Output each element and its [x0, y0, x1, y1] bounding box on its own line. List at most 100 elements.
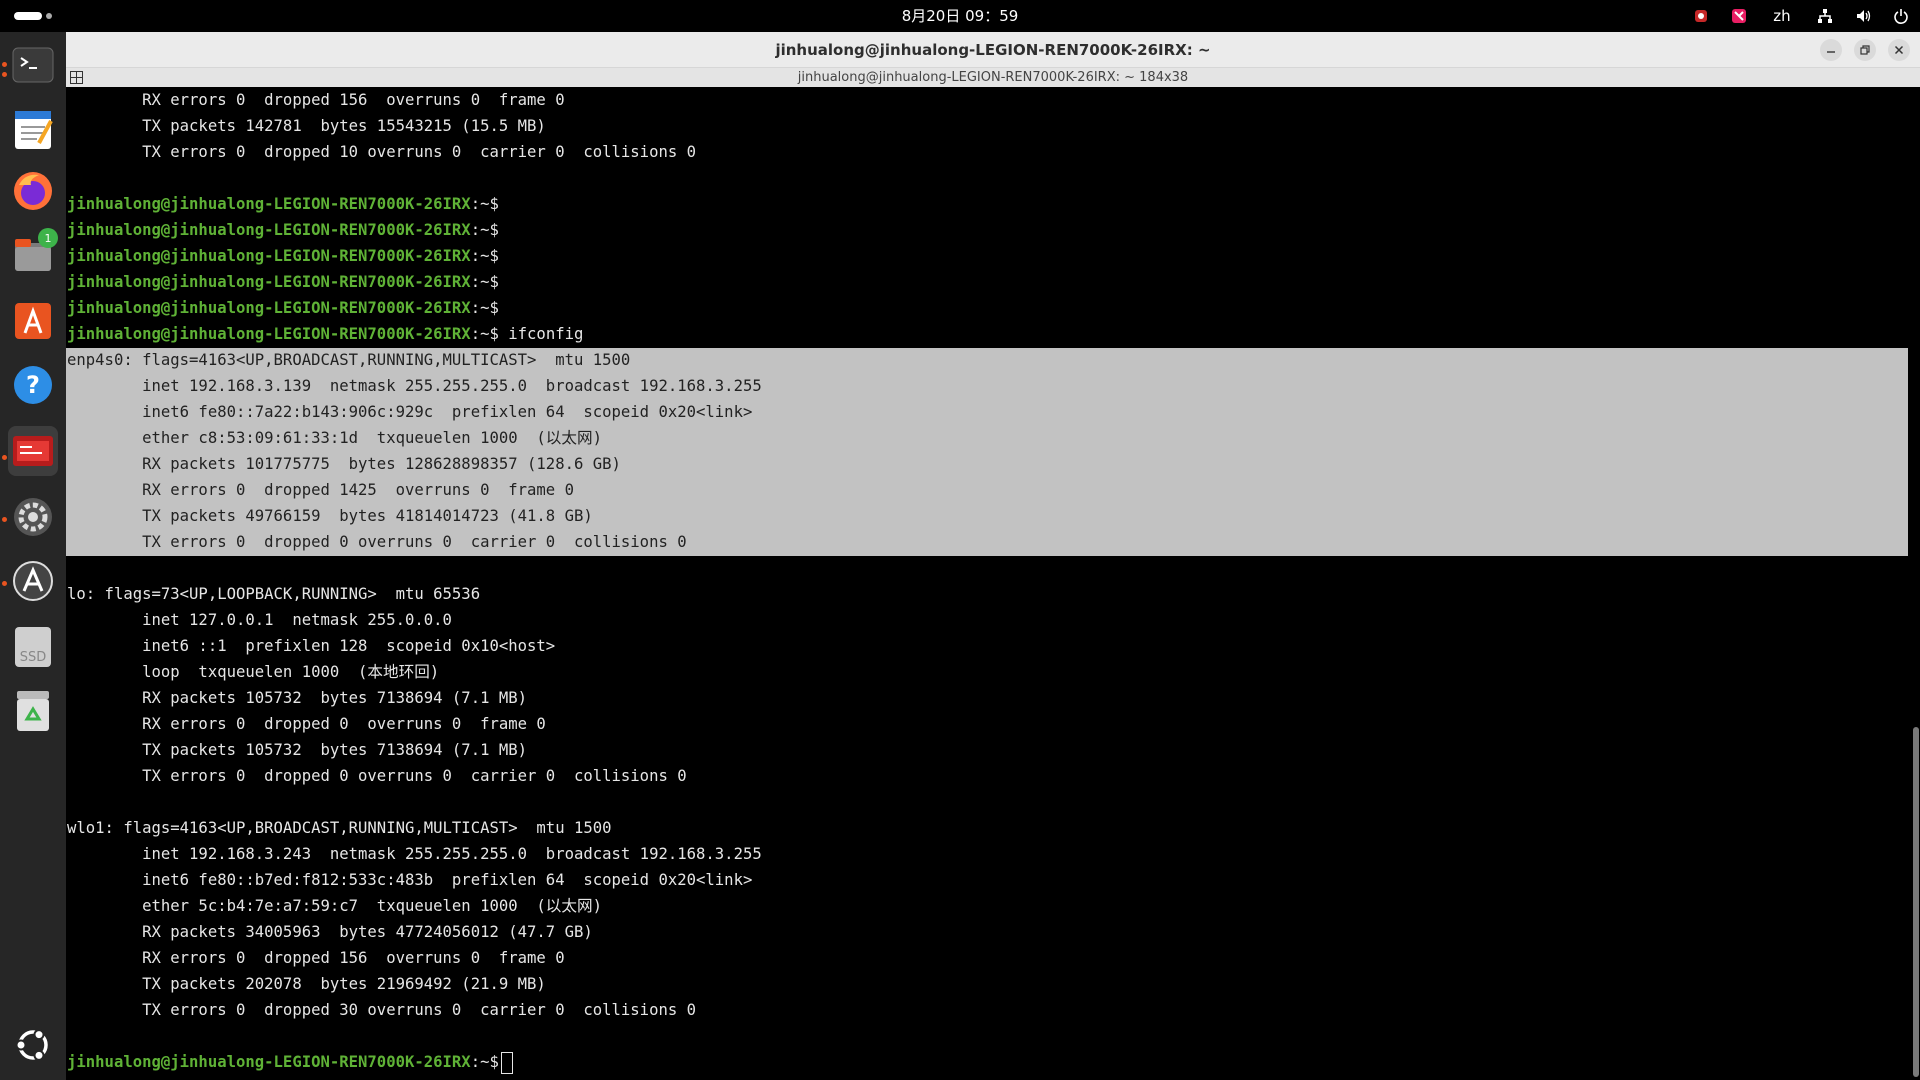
active-prompt-line: jinhualong@jinhualong-LEGION-REN7000K-26… — [67, 1049, 513, 1075]
prompt-suffix: :~$ — [470, 195, 499, 213]
maximize-button[interactable] — [1854, 39, 1876, 61]
terminal-subtitle-bar: jinhualong@jinhualong-LEGION-REN7000K-26… — [66, 68, 1920, 87]
activities-button[interactable] — [14, 12, 52, 20]
prompt-line: jinhualong@jinhualong-LEGION-REN7000K-26… — [67, 295, 499, 321]
terminal-content[interactable]: RX errors 0 dropped 156 overruns 0 frame… — [66, 87, 1920, 1080]
prompt-line: jinhualong@jinhualong-LEGION-REN7000K-26… — [67, 191, 499, 217]
output-line: RX packets 101775775 bytes 128628898357 … — [67, 455, 621, 473]
command-text: ifconfig — [498, 325, 584, 343]
window-title: jinhualong@jinhualong-LEGION-REN7000K-26… — [775, 41, 1211, 59]
output-line: wlo1: flags=4163<UP,BROADCAST,RUNNING,MU… — [67, 819, 612, 837]
output-line: RX errors 0 dropped 0 overruns 0 frame 0 — [67, 715, 546, 733]
output-line: RX errors 0 dropped 156 overruns 0 frame… — [67, 91, 565, 109]
output-line: loop txqueuelen 1000 (本地环回) — [67, 663, 440, 681]
language-indicator[interactable]: zh — [1768, 7, 1796, 25]
prompt-suffix: :~$ — [470, 1053, 499, 1071]
output-line: lo: flags=73<UP,LOOPBACK,RUNNING> mtu 65… — [67, 585, 481, 603]
top-bar: 8月20日 09：59 zh — [0, 0, 1920, 32]
dock-text-editor[interactable] — [8, 104, 58, 154]
dock-terminal[interactable] — [8, 40, 58, 90]
terminal-window: jinhualong@jinhualong-LEGION-REN7000K-26… — [66, 32, 1920, 1080]
prompt-line: jinhualong@jinhualong-LEGION-REN7000K-26… — [67, 269, 499, 295]
output-line: TX errors 0 dropped 0 overruns 0 carrier… — [67, 767, 687, 785]
workspace-indicator-icon — [14, 12, 42, 20]
close-icon — [1894, 45, 1904, 55]
prompt-user-host: jinhualong@jinhualong-LEGION-REN7000K-26… — [67, 299, 471, 317]
output-line: inet6 fe80::b7ed:f812:533c:483b prefixle… — [67, 871, 753, 889]
dock-firefox[interactable] — [8, 166, 58, 216]
dock-trash[interactable] — [8, 686, 58, 736]
close-button[interactable] — [1888, 39, 1910, 61]
dock-help[interactable]: ? — [8, 360, 58, 410]
dock-screenshot-app[interactable] — [8, 426, 58, 476]
prompt-user-host: jinhualong@jinhualong-LEGION-REN7000K-26… — [67, 1053, 471, 1071]
dock-software-updater[interactable] — [8, 556, 58, 606]
output-line: RX packets 34005963 bytes 47724056012 (4… — [67, 923, 593, 941]
svg-text:?: ? — [26, 371, 40, 399]
ssd-label: SSD — [19, 650, 47, 665]
output-line: RX errors 0 dropped 1425 overruns 0 fram… — [67, 481, 574, 499]
clock[interactable]: 8月20日 09：59 — [902, 7, 1019, 25]
output-line: inet 192.168.3.139 netmask 255.255.255.0… — [67, 377, 762, 395]
prompt-suffix: :~$ — [470, 273, 499, 291]
prompt-suffix: :~$ — [470, 325, 499, 343]
help-icon: ? — [14, 366, 52, 404]
output-line: inet 127.0.0.1 netmask 255.0.0.0 — [67, 611, 452, 629]
minimize-icon — [1827, 51, 1835, 53]
prompt-user-host: jinhualong@jinhualong-LEGION-REN7000K-26… — [67, 195, 471, 213]
software-updater-icon — [13, 561, 53, 601]
workspace-dot-icon — [46, 13, 52, 19]
output-line: RX packets 105732 bytes 7138694 (7.1 MB) — [67, 689, 528, 707]
prompt-suffix: :~$ — [470, 221, 499, 239]
running-indicator — [2, 455, 7, 460]
volume-icon[interactable] — [1854, 7, 1872, 25]
dock-ssd-drive[interactable]: SSD — [8, 622, 58, 672]
screenshot-app-icon — [13, 436, 53, 466]
prompt-suffix: :~$ — [470, 299, 499, 317]
network-icon[interactable] — [1816, 7, 1834, 25]
running-indicator — [2, 72, 7, 77]
dock-app-center[interactable] — [8, 296, 58, 346]
prompt-line: jinhualong@jinhualong-LEGION-REN7000K-26… — [67, 217, 499, 243]
recorder-icon[interactable] — [1692, 7, 1710, 25]
running-indicator — [2, 517, 7, 522]
output-line: ether 5c:b4:7e:a7:59:c7 txqueuelen 1000 … — [67, 897, 602, 915]
terminal-subtitle: jinhualong@jinhualong-LEGION-REN7000K-26… — [797, 70, 1189, 85]
window-controls — [1820, 39, 1910, 61]
terminal-icon — [12, 47, 54, 83]
prompt-user-host: jinhualong@jinhualong-LEGION-REN7000K-26… — [67, 247, 471, 265]
output-line: TX packets 49766159 bytes 41814014723 (4… — [67, 507, 593, 525]
prompt-user-host: jinhualong@jinhualong-LEGION-REN7000K-26… — [67, 273, 471, 291]
output-line: inet6 ::1 prefixlen 128 scopeid 0x10<hos… — [67, 637, 556, 655]
output-line: TX packets 202078 bytes 21969492 (21.9 M… — [67, 975, 546, 993]
minimize-button[interactable] — [1820, 39, 1842, 61]
scrollbar[interactable] — [1913, 727, 1919, 1077]
settings-gear-icon — [14, 498, 52, 536]
output-line: TX errors 0 dropped 0 overruns 0 carrier… — [67, 533, 687, 551]
dock-files[interactable]: 1 — [8, 228, 58, 280]
output-line: TX packets 142781 bytes 15543215 (15.5 M… — [67, 117, 546, 135]
app-center-icon — [15, 303, 51, 339]
dock-settings[interactable] — [8, 492, 58, 542]
trash-recycle-icon — [17, 691, 49, 731]
dock: 1 ? SSD — [0, 32, 66, 1080]
running-indicator — [2, 62, 7, 67]
restore-icon — [1860, 45, 1870, 55]
title-bar[interactable]: jinhualong@jinhualong-LEGION-REN7000K-26… — [66, 32, 1920, 68]
power-icon[interactable] — [1892, 7, 1910, 25]
output-line: inet6 fe80::7a22:b143:906c:929c prefixle… — [67, 403, 753, 421]
output-line: TX packets 105732 bytes 7138694 (7.1 MB) — [67, 741, 528, 759]
clock-container: 8月20日 09：59 — [0, 0, 1920, 32]
dock-show-apps[interactable] — [8, 1020, 58, 1070]
text-editor-icon — [15, 111, 53, 149]
output-line: RX errors 0 dropped 156 overruns 0 frame… — [67, 949, 565, 967]
firefox-icon — [14, 172, 52, 210]
text-cursor — [500, 1051, 513, 1074]
app-indicator-icon[interactable] — [1730, 7, 1748, 25]
output-line: TX errors 0 dropped 30 overruns 0 carrie… — [67, 1001, 697, 1019]
running-indicator — [2, 581, 7, 586]
prompt-suffix: :~$ — [470, 247, 499, 265]
prompt-user-host: jinhualong@jinhualong-LEGION-REN7000K-26… — [67, 325, 471, 343]
command-line: jinhualong@jinhualong-LEGION-REN7000K-26… — [67, 321, 583, 347]
prompt-user-host: jinhualong@jinhualong-LEGION-REN7000K-26… — [67, 221, 471, 239]
